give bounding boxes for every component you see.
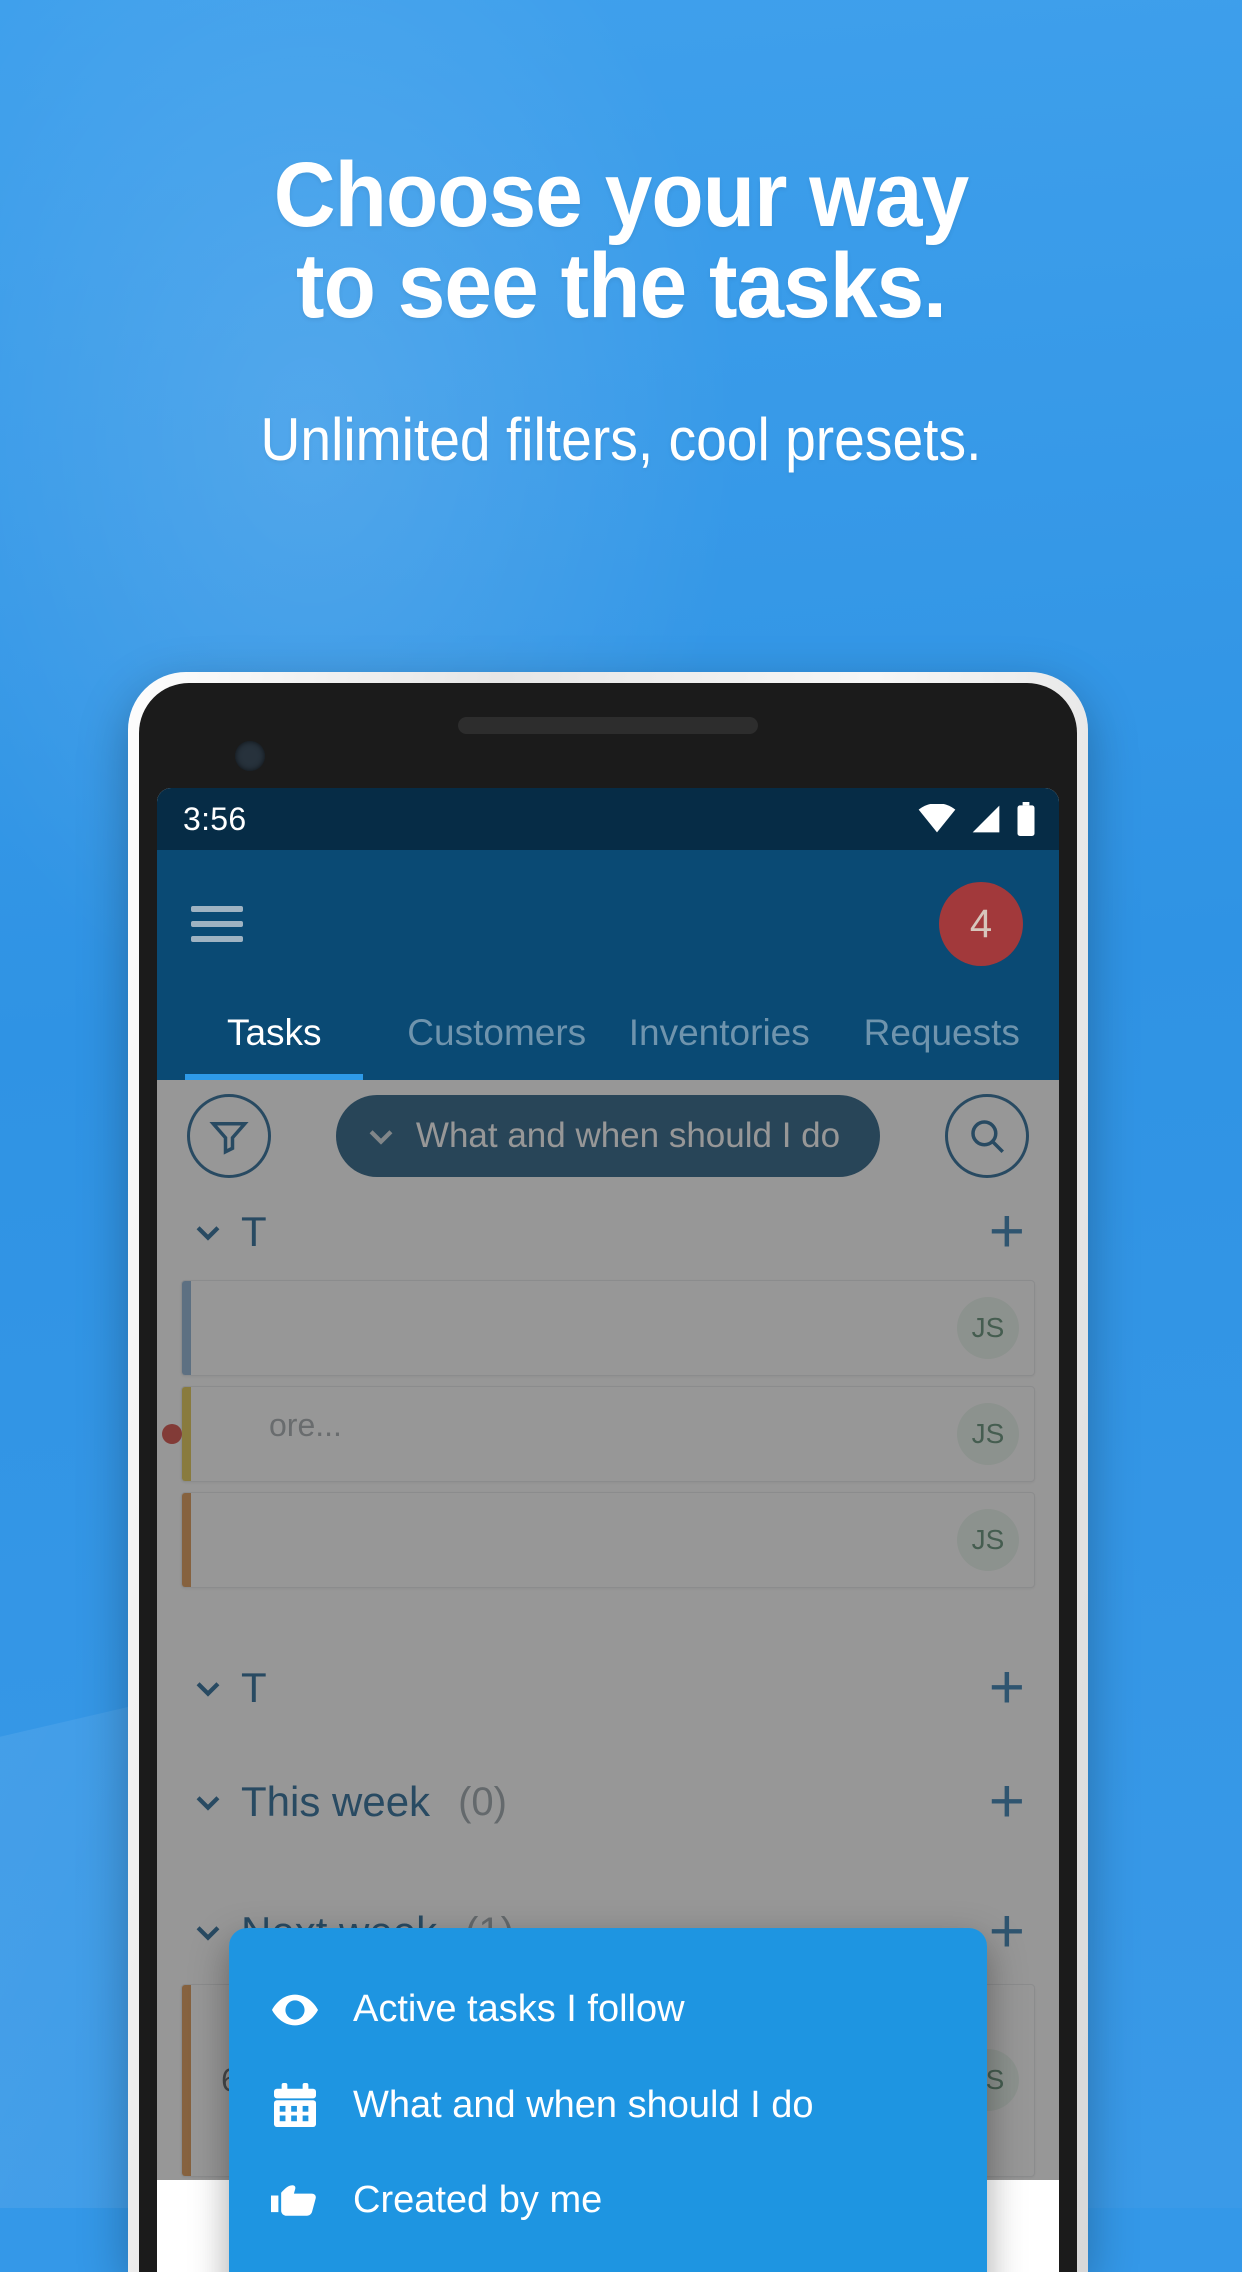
- preset-dropdown-list: Active tasks I follow What and when shou…: [229, 1928, 987, 2272]
- tab-inventories[interactable]: Inventories: [608, 1012, 831, 1080]
- pointing-hand-icon: [271, 2181, 319, 2221]
- tab-requests[interactable]: Requests: [831, 1012, 1054, 1080]
- menu-item-created-by-me[interactable]: Created by me: [229, 2153, 987, 2248]
- battery-icon: [1015, 802, 1037, 836]
- status-bar: 3:56: [157, 788, 1059, 850]
- menu-item-label: Active tasks I follow: [353, 1988, 685, 2030]
- phone-body: 3:56 4 Tasks Customers Inventories Reque…: [139, 683, 1077, 2272]
- phone-mockup: 3:56 4 Tasks Customers Inventories Reque…: [128, 672, 1088, 2272]
- status-bar-icons: [917, 802, 1037, 836]
- front-camera: [235, 741, 265, 771]
- menu-item-label: Created by me: [353, 2179, 603, 2221]
- app-bar-top-row: 4: [157, 872, 1059, 976]
- notification-badge[interactable]: 4: [939, 882, 1023, 966]
- eye-icon: [271, 1993, 319, 2027]
- promo-headline-line2: to see the tasks.: [296, 235, 947, 338]
- hamburger-icon[interactable]: [191, 906, 243, 942]
- menu-item-what-and-when-should-i-do[interactable]: What and when should I do: [229, 2057, 987, 2153]
- promo-headline: Choose your way to see the tasks.: [43, 149, 1198, 338]
- promo-headline-line1: Choose your way: [273, 144, 969, 246]
- calendar-icon: [271, 2083, 319, 2127]
- status-bar-clock: 3:56: [183, 800, 247, 837]
- wifi-icon: [917, 804, 957, 834]
- menu-item-active-tasks-i-follow[interactable]: Active tasks I follow: [229, 1962, 987, 2057]
- tab-tasks[interactable]: Tasks: [163, 1012, 386, 1080]
- phone-screen: 3:56 4 Tasks Customers Inventories Reque…: [157, 788, 1059, 2272]
- preset-dropdown-menu: Active tasks I follow What and when shou…: [229, 1928, 987, 2272]
- menu-item-label: What and when should I do: [353, 2083, 814, 2126]
- tab-bar: Tasks Customers Inventories Requests: [157, 976, 1059, 1080]
- notification-badge-count: 4: [969, 901, 993, 946]
- tab-customers[interactable]: Customers: [386, 1012, 609, 1080]
- menu-item-active-tasks-assigned-to-me[interactable]: Active tasks assigned to me: [229, 2248, 987, 2272]
- earpiece-speaker: [458, 717, 758, 734]
- promo-subheadline: Unlimited filters, cool presets.: [260, 406, 982, 473]
- signal-icon: [969, 804, 1003, 834]
- app-bar: 4 Tasks Customers Inventories Requests: [157, 850, 1059, 1080]
